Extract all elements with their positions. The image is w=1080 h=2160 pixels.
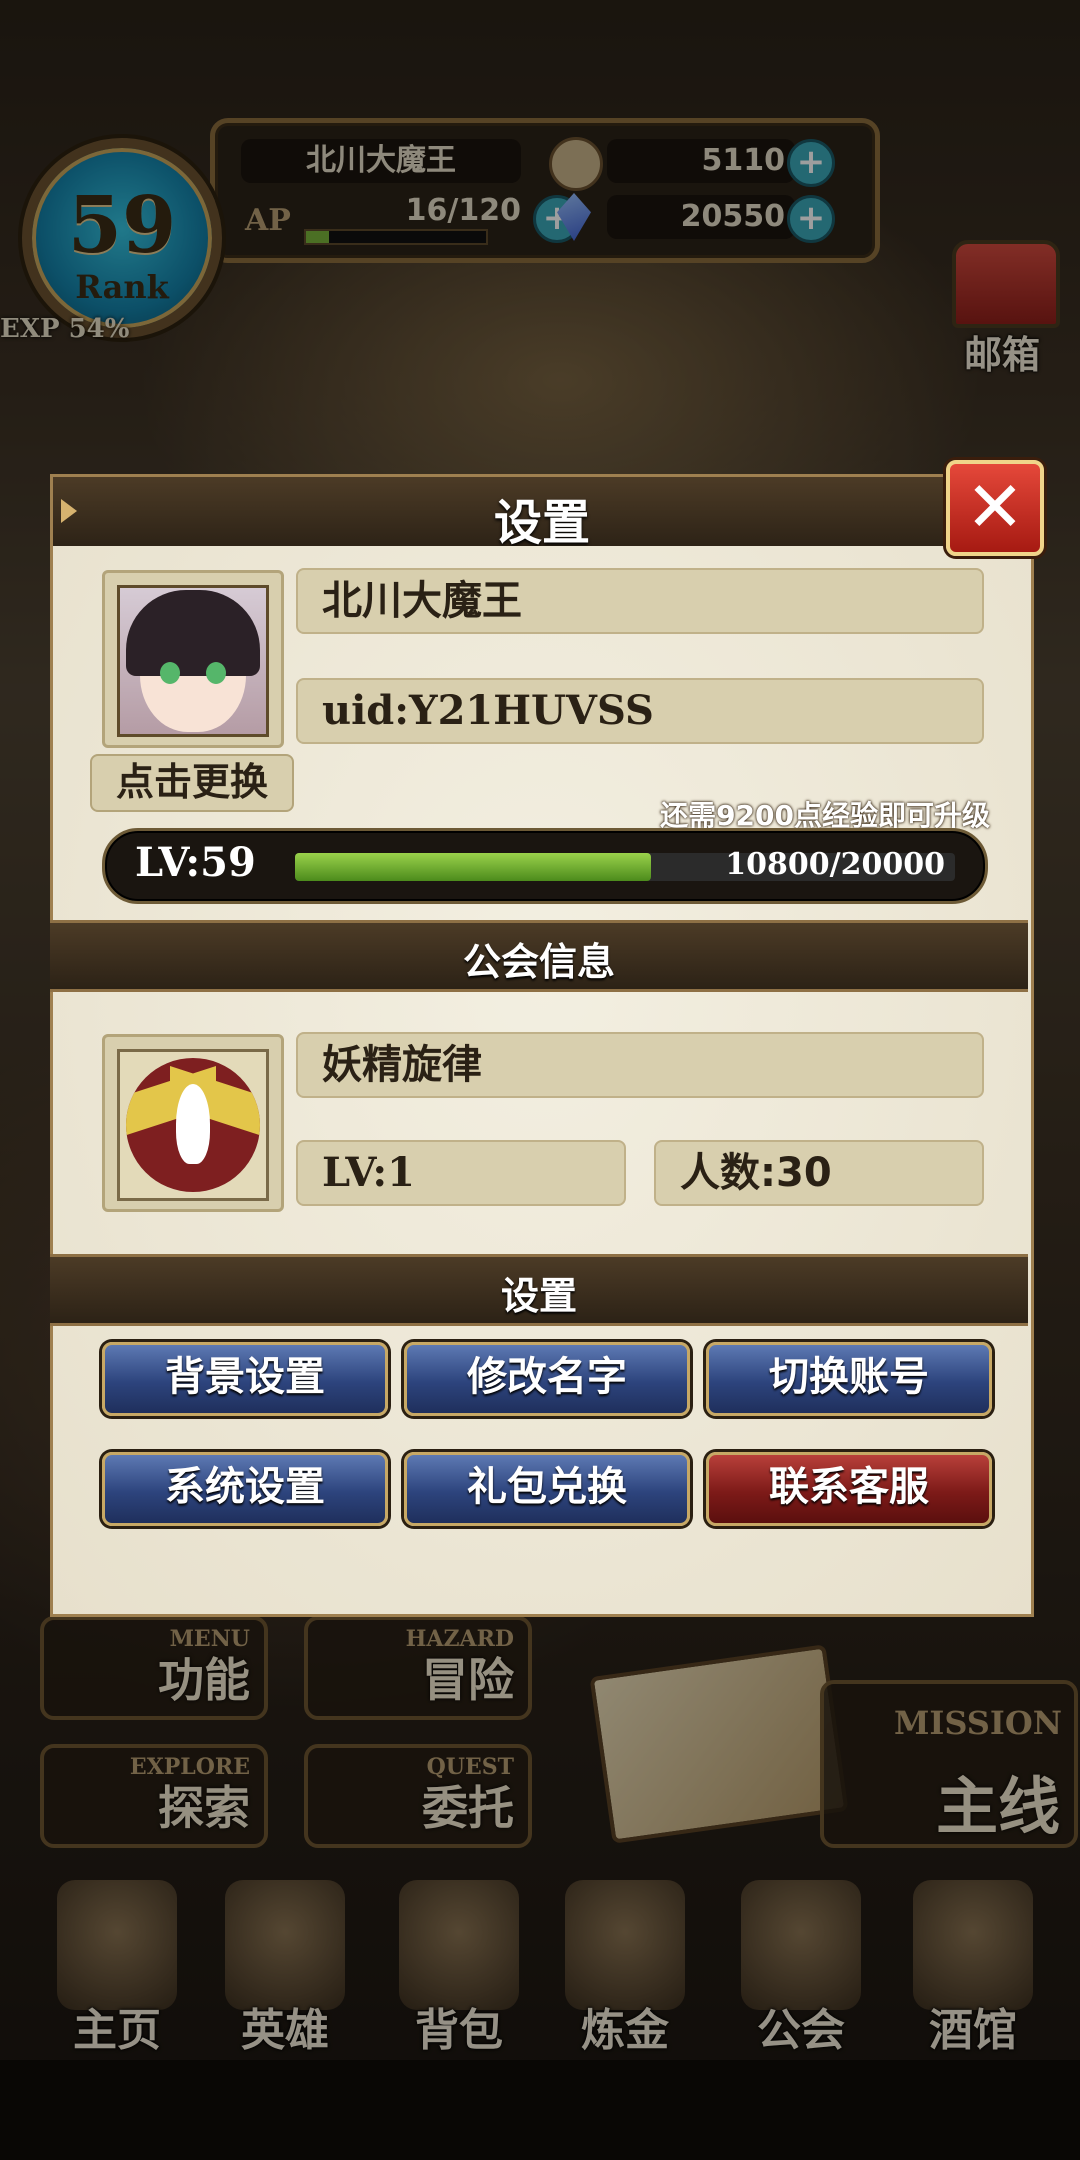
player-uid-field: uid:Y21HUVSS [296,678,984,744]
close-button[interactable]: ✕ [946,460,1044,556]
gift-redeem-button[interactable]: 礼包兑换 [404,1452,690,1526]
avatar-eye-right [206,662,226,684]
guild-emblem-frame [117,1049,269,1201]
guild-emblem-icon [126,1058,260,1192]
player-level: LV:59 [135,839,256,886]
settings-dialog: 设置 点击更换 北川大魔王 uid:Y21HUVSS 还需9200点经验即可升级… [50,460,1044,1617]
player-name-field: 北川大魔王 [296,568,984,634]
exp-fill [295,853,652,881]
guild-name-field: 妖精旋律 [296,1032,984,1098]
guild-level-field: LV:1 [296,1140,626,1206]
level-bar: LV:59 10800/20000 [102,828,988,904]
change-avatar-button[interactable]: 点击更换 [90,754,294,812]
dialog-title: 设置 [493,495,590,551]
guild-members-field: 人数:30 [654,1140,984,1206]
guild-section-header: 公会信息 [50,920,1028,992]
avatar-eye-left [160,662,180,684]
background-settings-button[interactable]: 背景设置 [102,1342,388,1416]
rename-button[interactable]: 修改名字 [404,1342,690,1416]
player-avatar[interactable] [102,570,284,748]
close-icon: ✕ [965,466,1025,548]
contact-support-button[interactable]: 联系客服 [706,1452,992,1526]
settings-section-title: 设置 [500,1274,577,1318]
guild-emblem [102,1034,284,1212]
dialog-title-bar: 设置 [50,474,1034,551]
flame-icon [176,1084,210,1164]
switch-account-button[interactable]: 切换账号 [706,1342,992,1416]
avatar-hair [126,590,260,676]
settings-section-header: 设置 [50,1254,1028,1326]
exp-progress: 10800/20000 [725,847,945,882]
guild-section-title: 公会信息 [462,940,615,984]
avatar-portrait [117,585,269,737]
system-settings-button[interactable]: 系统设置 [102,1452,388,1526]
